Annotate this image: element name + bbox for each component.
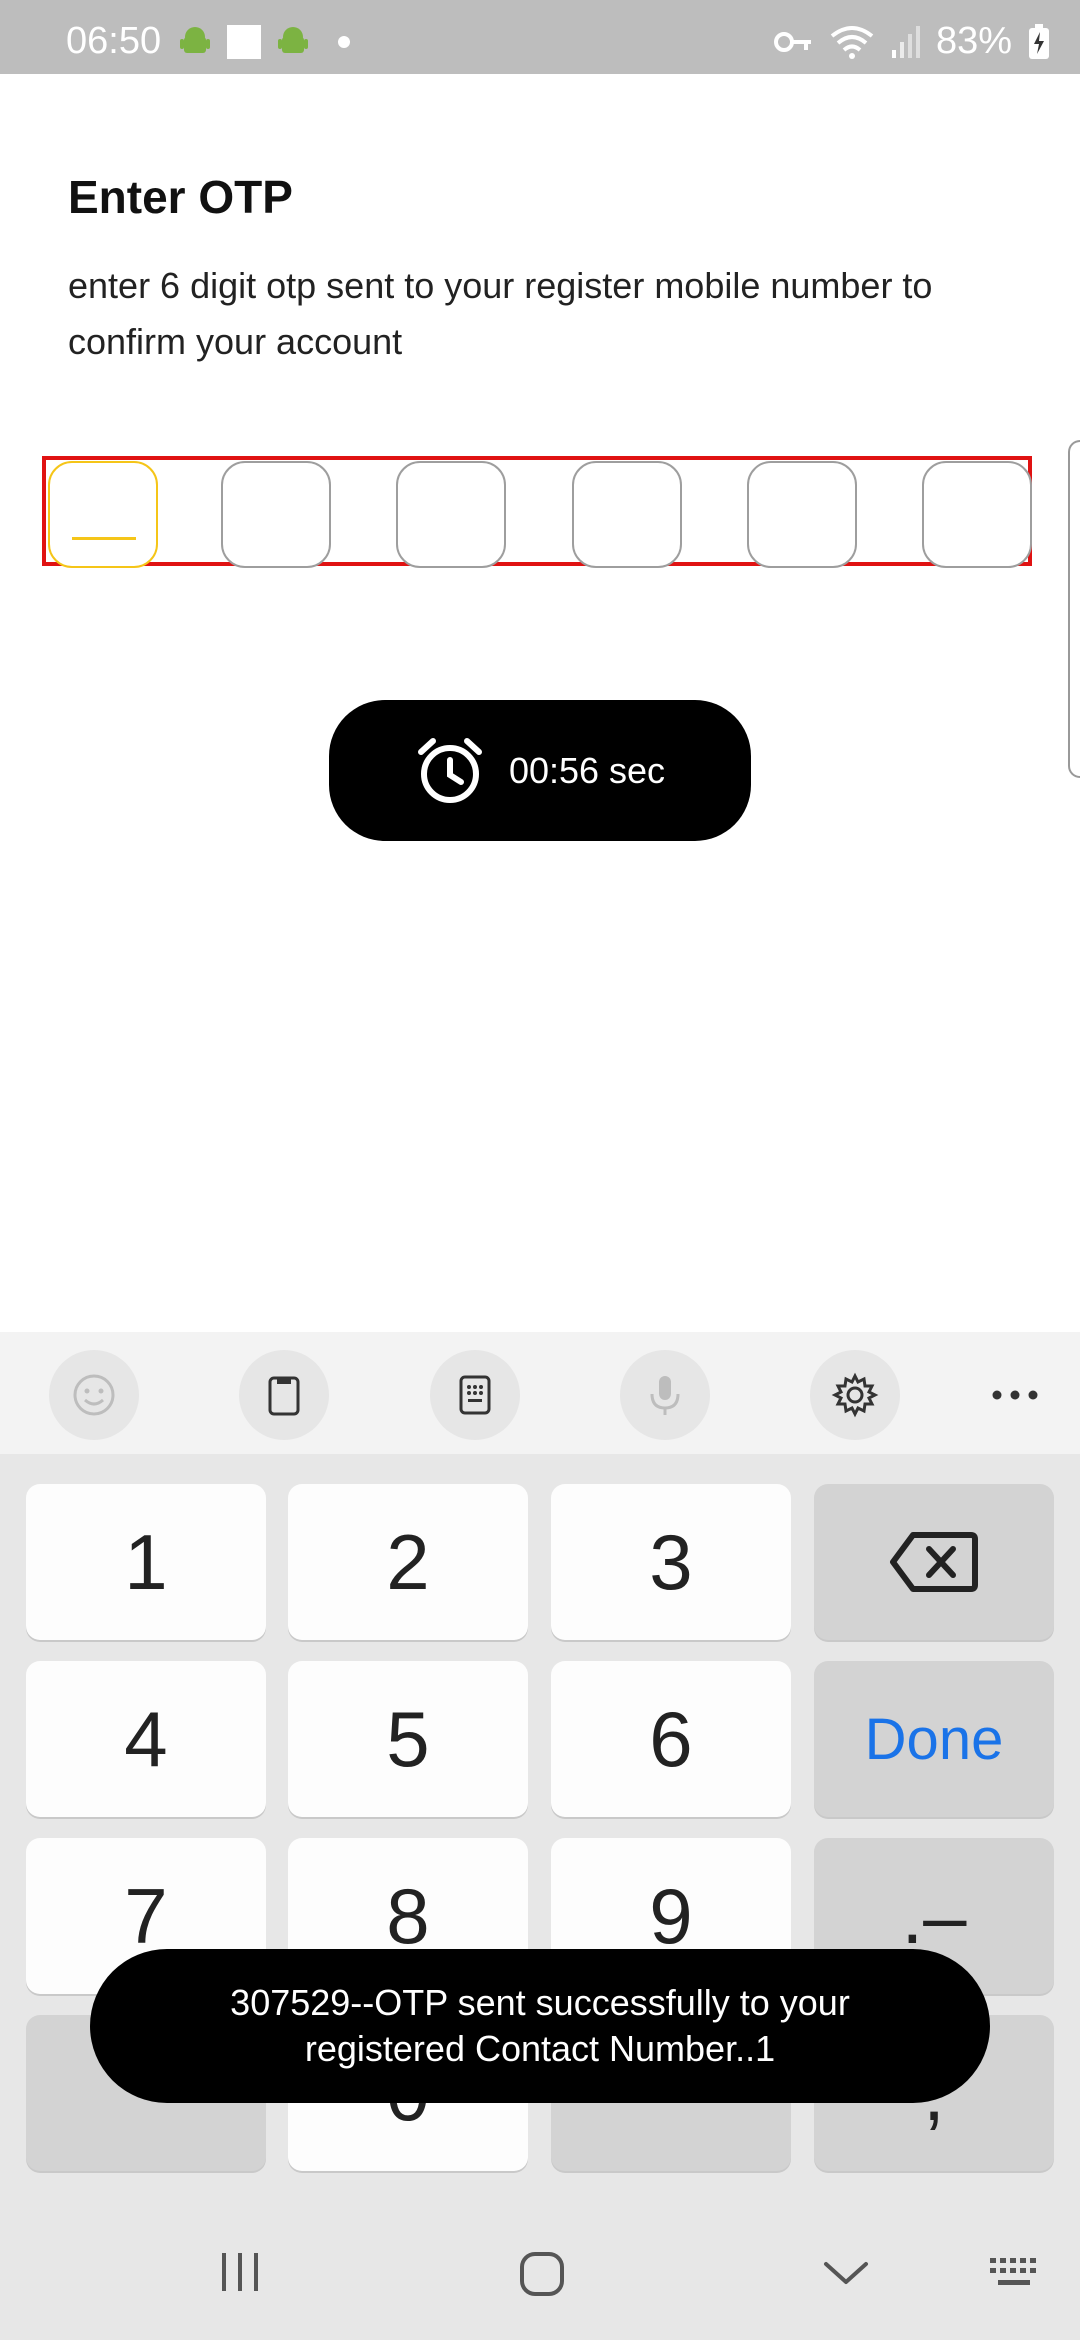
clipboard-icon (268, 1376, 300, 1416)
toast-line-1: 307529--OTP sent successfully to your (230, 1982, 850, 2023)
wifi-icon (830, 25, 874, 59)
key-1[interactable]: 1 (26, 1484, 266, 1640)
status-notification-icons (178, 24, 354, 60)
otp-digit-input-3[interactable] (396, 461, 506, 568)
otp-digit-input-5[interactable] (747, 461, 857, 568)
key-4[interactable]: 4 (26, 1661, 266, 1817)
toast-line-2: registered Contact Number..1 (304, 2028, 776, 2069)
page-title: Enter OTP (68, 171, 293, 223)
vpn-key-icon (773, 31, 811, 52)
page-subtitle: enter 6 digit otp sent to your register … (68, 265, 933, 362)
mic-icon (650, 1376, 680, 1415)
edge-panel-handle[interactable] (1068, 440, 1080, 778)
keyboard-toolbar (0, 1332, 1080, 1454)
square-notification-icon (227, 25, 261, 59)
clipboard-button[interactable] (239, 1350, 329, 1440)
status-system-icons: 83% (773, 20, 1050, 63)
otp-digit-input-2[interactable] (221, 461, 331, 568)
key-6[interactable]: 6 (551, 1661, 791, 1817)
otp-digit-input-4[interactable] (572, 461, 682, 568)
toast-message: 307529--OTP sent successfully to your re… (90, 1949, 990, 2103)
countdown-timer: 00:56 sec (329, 700, 751, 841)
numpad-button[interactable] (430, 1350, 520, 1440)
battery-percent: 83% (935, 20, 1012, 62)
backspace-icon (890, 1532, 978, 1592)
numpad-icon (459, 1375, 491, 1415)
emoji-icon (73, 1374, 115, 1416)
keyboard-settings-button[interactable] (810, 1350, 900, 1440)
otp-digit-input-6[interactable] (922, 461, 1032, 568)
timer-text: 00:56 sec (508, 749, 666, 791)
gear-icon (831, 1372, 879, 1418)
android-icon (278, 27, 308, 53)
home-icon[interactable] (518, 2250, 566, 2298)
status-time: 06:50 (66, 20, 162, 62)
backspace-key[interactable] (814, 1484, 1054, 1640)
dot-icon (338, 36, 350, 48)
alarm-clock-icon (417, 737, 482, 803)
text-cursor (72, 537, 136, 540)
key-2[interactable]: 2 (288, 1484, 528, 1640)
keyboard-switch-icon[interactable] (988, 2256, 1042, 2292)
voice-input-button[interactable] (620, 1350, 710, 1440)
battery-charging-icon (1029, 23, 1049, 59)
done-key[interactable]: Done (814, 1661, 1054, 1817)
more-options-button[interactable] (970, 1350, 1060, 1440)
key-3[interactable]: 3 (551, 1484, 791, 1640)
recent-apps-icon[interactable] (218, 2250, 262, 2294)
otp-digit-input-1[interactable] (48, 461, 158, 568)
signal-icon (891, 25, 920, 58)
hide-keyboard-icon[interactable] (822, 2258, 870, 2288)
more-icon (992, 1390, 1038, 1400)
otp-input-group (42, 456, 1032, 566)
key-5[interactable]: 5 (288, 1661, 528, 1817)
android-icon (180, 27, 210, 53)
emoji-button[interactable] (49, 1350, 139, 1440)
